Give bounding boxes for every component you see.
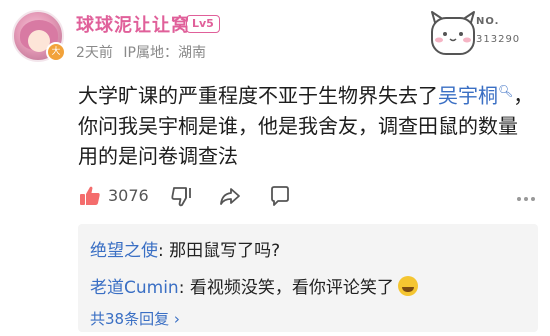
level-badge: Lv5 xyxy=(186,15,220,33)
reply-item[interactable]: 绝望之使: 那田鼠写了吗? xyxy=(90,236,280,261)
view-more-replies-link[interactable]: 共38条回复 › xyxy=(90,308,180,329)
post-time: 2天前 xyxy=(76,45,113,61)
share-icon[interactable] xyxy=(218,184,242,208)
decor-label: NO. xyxy=(476,16,500,27)
laughing-emoji-icon xyxy=(397,276,418,296)
action-bar: 3076 xyxy=(78,182,538,212)
content-text-1: 大学旷课的严重程度不亚于生物界失去了 xyxy=(78,83,438,108)
reply-text: 那田鼠写了吗? xyxy=(169,241,281,261)
thumbs-up-icon[interactable] xyxy=(78,184,102,208)
reply-author[interactable]: 老道Cumin xyxy=(90,278,179,298)
reply-item[interactable]: 老道Cumin: 看视频没笑，看你评论笑了 xyxy=(90,273,418,298)
post-content: 大学旷课的严重程度不亚于生物界失去了吴宇桐🔍︎，你问我吴宇桐是谁，他是我舍友，调… xyxy=(78,76,534,171)
reply-separator: : xyxy=(178,278,190,298)
ip-location: IP属地：湖南 xyxy=(123,45,206,61)
more-icon[interactable] xyxy=(516,196,536,202)
reply-author[interactable]: 绝望之使 xyxy=(90,241,158,261)
reply-panel: 绝望之使: 那田鼠写了吗? 老道Cumin: 看视频没笑，看你评论笑了 共38条… xyxy=(78,224,538,332)
reply-text: 看视频没笑，看你评论笑了 xyxy=(189,278,394,298)
like-count: 3076 xyxy=(108,186,149,205)
avatar-badge: 大 xyxy=(46,42,66,62)
thumbs-down-icon[interactable] xyxy=(170,184,194,208)
decor-number: 313290 xyxy=(476,34,521,45)
search-icon[interactable]: 🔍︎ xyxy=(498,84,513,98)
post-meta: 2天前 IP属地：湖南 xyxy=(76,42,212,62)
comment-icon[interactable] xyxy=(268,184,292,208)
mention-link[interactable]: 吴宇桐 xyxy=(438,84,498,108)
username[interactable]: 球球泥让让窝 xyxy=(76,11,190,37)
reply-separator: : xyxy=(158,241,170,261)
